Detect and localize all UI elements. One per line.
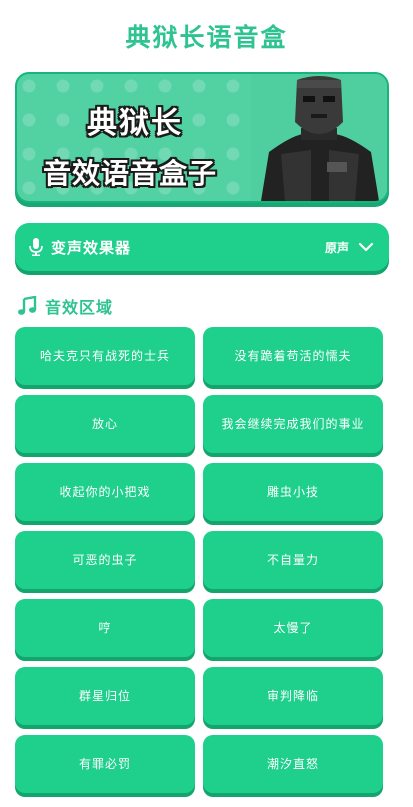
warden-statue-image — [251, 74, 387, 201]
voice-changer-value: 原声 — [324, 240, 349, 255]
sound-button[interactable]: 审判降临 — [203, 667, 383, 725]
sound-button[interactable]: 可恶的虫子 — [15, 531, 195, 589]
sound-button[interactable]: 我会继续完成我们的事业 — [203, 395, 383, 453]
section-label: 音效区域 — [45, 298, 114, 317]
chevron-down-icon — [359, 242, 373, 252]
sound-button[interactable]: 雕虫小技 — [203, 463, 383, 521]
sound-button[interactable]: 哈夫克只有战死的士兵 — [15, 327, 195, 385]
banner: 典狱长 音效语音盒子 — [15, 72, 389, 203]
voice-changer-label: 变声效果器 — [51, 238, 132, 257]
sound-button[interactable]: 放心 — [15, 395, 195, 453]
page-title: 典狱长语音盒 — [125, 23, 288, 52]
voice-changer-dropdown[interactable]: 变声效果器 原声 — [15, 223, 389, 271]
sound-button[interactable]: 潮汐直怒 — [203, 735, 383, 793]
sound-button[interactable]: 群星归位 — [15, 667, 195, 725]
sound-button[interactable]: 有罪必罚 — [15, 735, 195, 793]
sound-button[interactable]: 哼 — [15, 599, 195, 657]
sound-button[interactable]: 太慢了 — [203, 599, 383, 657]
music-note-icon — [18, 296, 37, 315]
microphone-icon — [29, 238, 43, 256]
banner-subtitle: 音效语音盒子 — [43, 157, 218, 190]
sound-section-header: 音效区域 — [17, 294, 113, 318]
banner-title: 典狱长 — [87, 106, 183, 141]
sound-button[interactable]: 不自量力 — [203, 531, 383, 589]
sound-button[interactable]: 没有跪着苟活的懦夫 — [203, 327, 383, 385]
sound-button[interactable]: 收起你的小把戏 — [15, 463, 195, 521]
